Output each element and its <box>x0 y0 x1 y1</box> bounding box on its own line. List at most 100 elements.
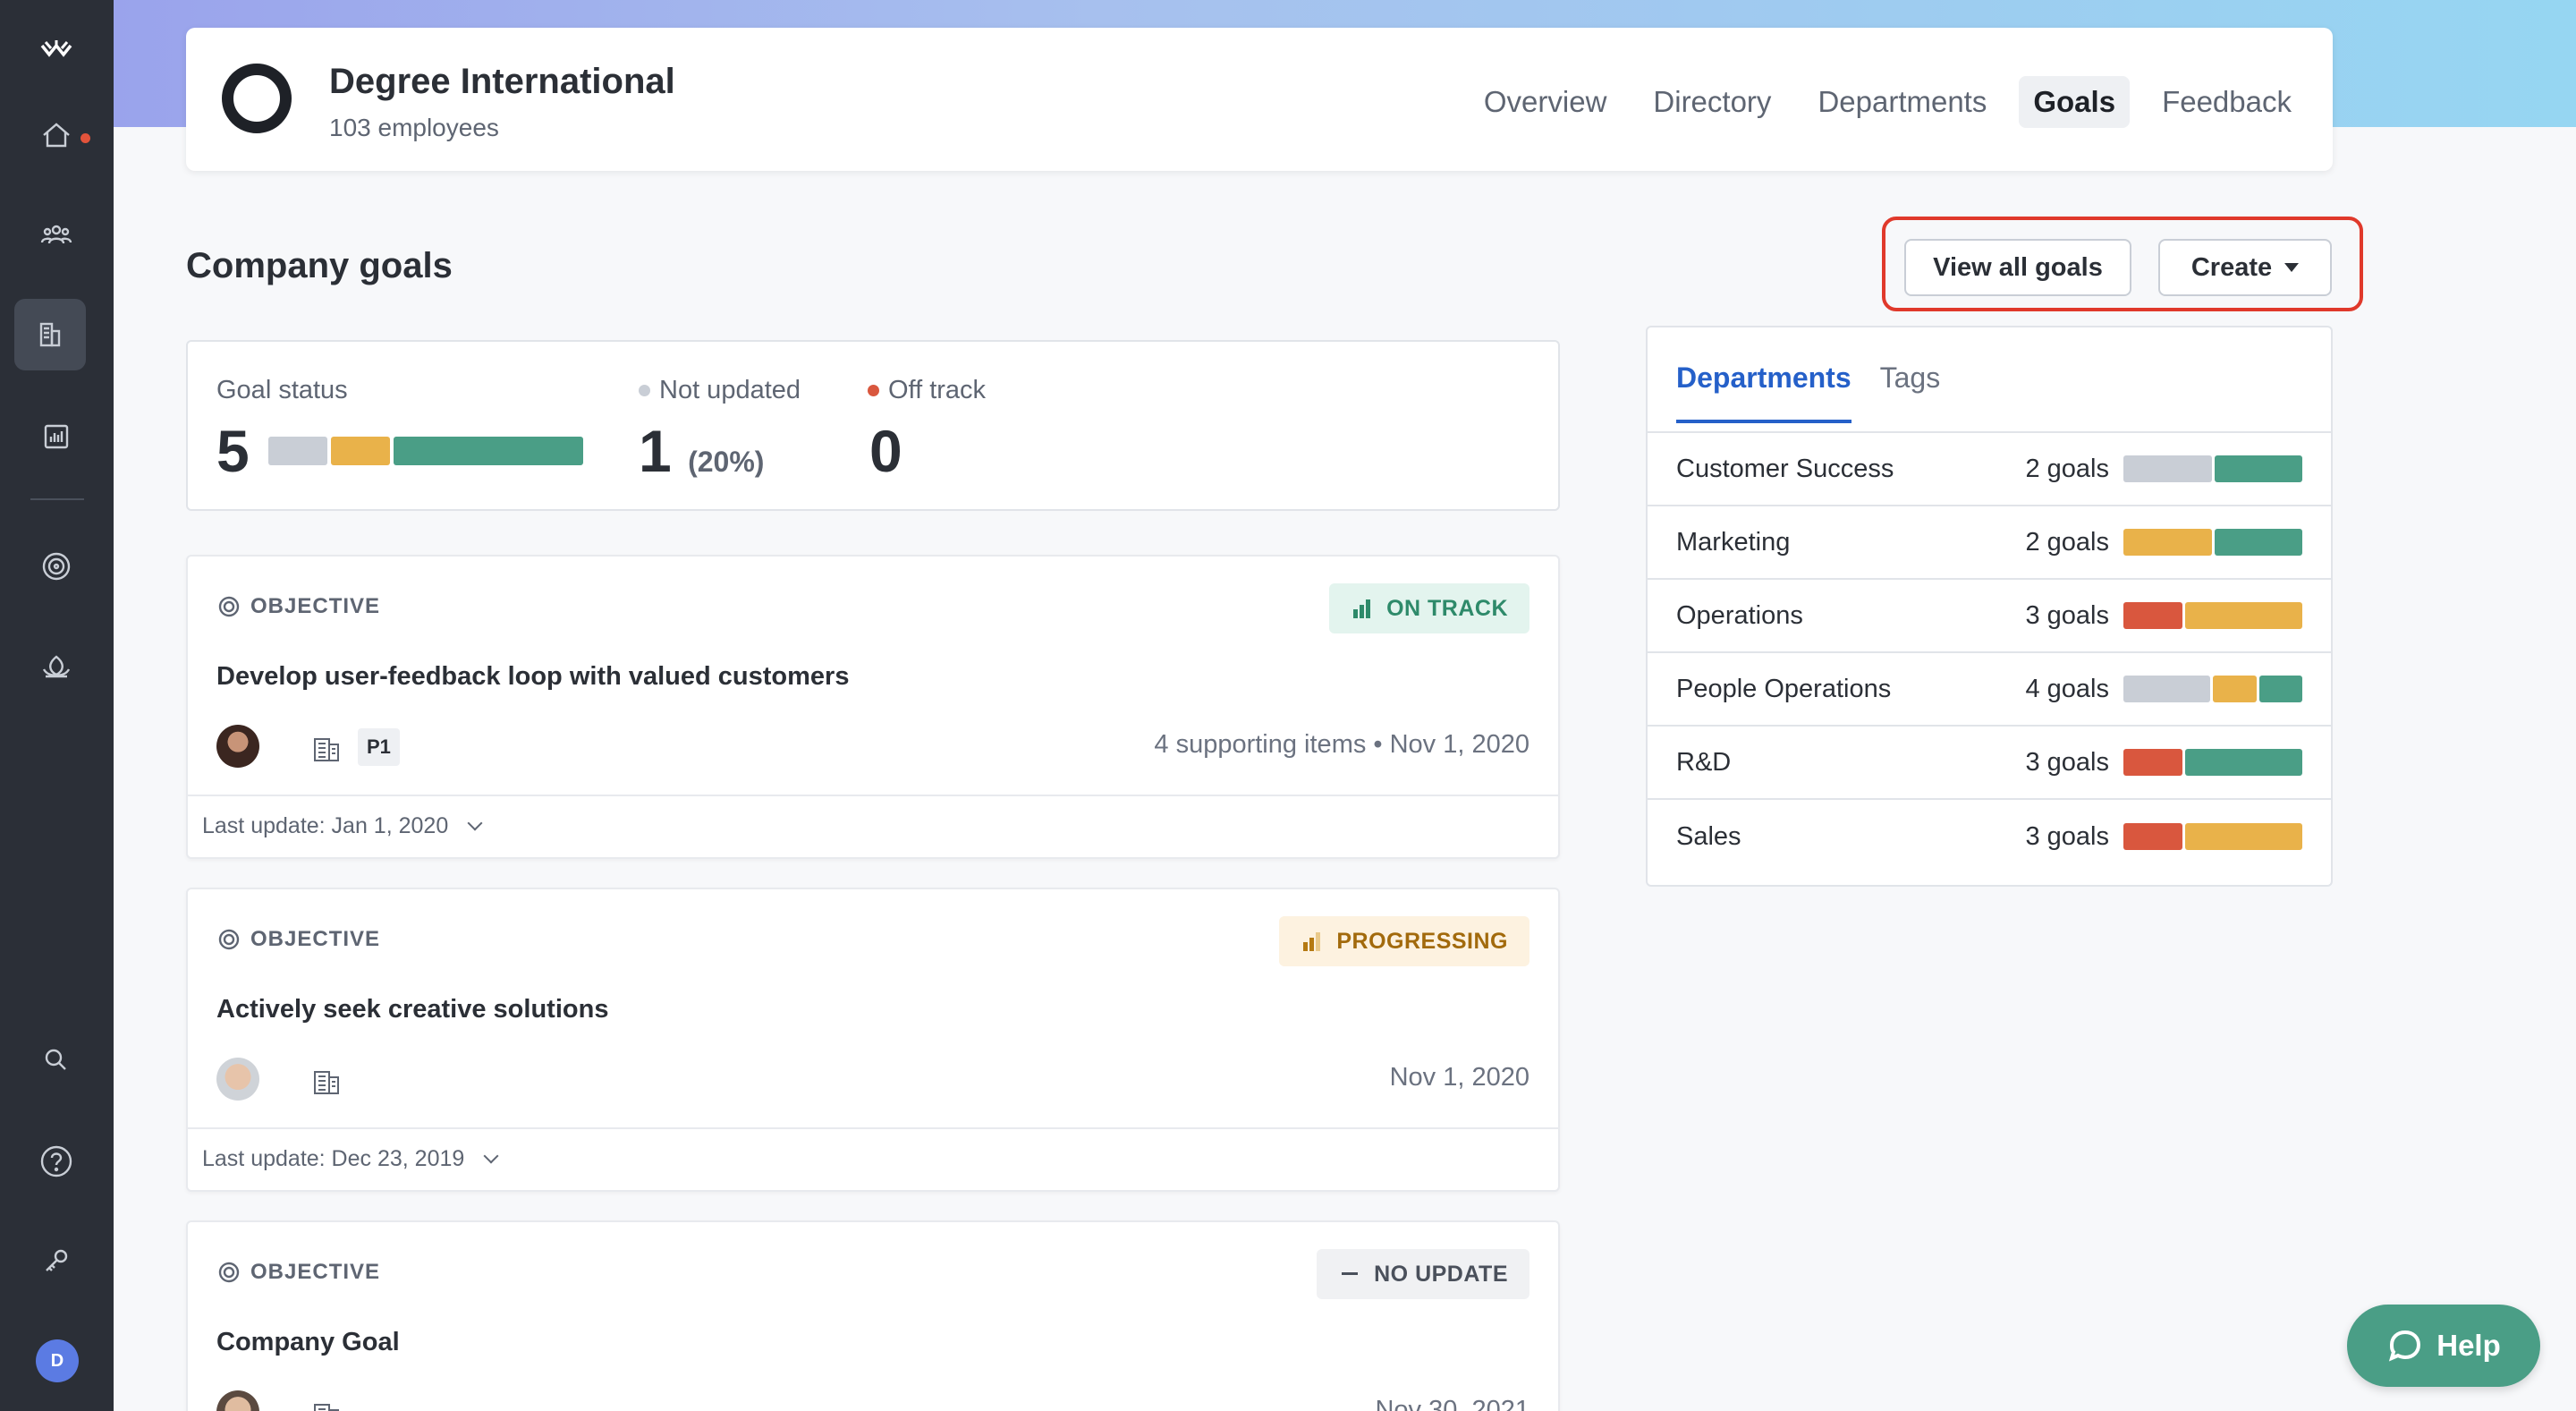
help-label: Help <box>2436 1329 2501 1362</box>
sidebar-divider <box>30 498 84 500</box>
objective-card[interactable]: OBJECTIVE ON TRACK Develop user-feedback… <box>186 555 1560 859</box>
off-track-label: Off track <box>868 376 986 405</box>
goals-target-icon[interactable] <box>27 537 86 596</box>
department-list: Customer Success 2 goals Marketing 2 goa… <box>1648 431 2331 873</box>
department-status-bar <box>2123 676 2302 702</box>
help-question-icon[interactable] <box>27 1132 86 1191</box>
owner-avatar[interactable] <box>216 1390 259 1411</box>
owner-avatar[interactable] <box>216 725 259 768</box>
off-track-value: 0 <box>869 418 902 484</box>
department-row[interactable]: Marketing 2 goals <box>1648 506 2331 580</box>
target-icon <box>218 596 240 617</box>
bar-progressing <box>2123 529 2212 556</box>
org-building-icon[interactable] <box>14 299 86 370</box>
objective-kicker-label: OBJECTIVE <box>250 1260 381 1284</box>
help-button[interactable]: Help <box>2347 1305 2540 1387</box>
panel-tabs: Departments Tags <box>1676 361 1940 423</box>
view-all-goals-button[interactable]: View all goals <box>1904 239 2131 296</box>
department-goal-count: 2 goals <box>2025 527 2109 557</box>
bar-not-updated <box>2123 676 2210 702</box>
department-goal-count: 4 goals <box>2025 674 2109 703</box>
department-row[interactable]: People Operations 4 goals <box>1648 653 2331 727</box>
people-icon[interactable] <box>27 205 86 264</box>
chevron-down-icon <box>467 815 483 831</box>
objective-title[interactable]: Company Goal <box>216 1328 400 1357</box>
company-header: Degree International 103 employees Overv… <box>186 28 2333 171</box>
status-badge: ON TRACK <box>1329 583 1530 633</box>
home-icon[interactable] <box>27 106 86 165</box>
tab-goals[interactable]: Goals <box>2019 76 2131 128</box>
bar-off-track <box>2123 749 2182 776</box>
status-badge-label: NO UPDATE <box>1374 1261 1508 1287</box>
employee-count[interactable]: 103 employees <box>329 114 499 142</box>
objective-card[interactable]: OBJECTIVE PROGRESSING Actively seek crea… <box>186 888 1560 1192</box>
tab-departments-panel[interactable]: Departments <box>1676 361 1852 423</box>
goal-status-card: Goal status 5 Not updated 1 (20%) Off tr… <box>186 340 1560 511</box>
app-logo-icon[interactable] <box>27 20 86 79</box>
department-row[interactable]: Operations 3 goals <box>1648 580 2331 653</box>
bar-progressing <box>2213 676 2257 702</box>
objective-kicker-label: OBJECTIVE <box>250 594 381 618</box>
page-title: Company goals <box>186 246 453 285</box>
key-icon[interactable] <box>27 1231 86 1290</box>
status-badge-label: PROGRESSING <box>1336 928 1508 954</box>
status-bar-not-updated <box>268 437 327 465</box>
objective-kicker: OBJECTIVE <box>216 594 380 619</box>
not-updated-text: Not updated <box>659 376 801 404</box>
departments-panel: Departments Tags Customer Success 2 goal… <box>1646 326 2333 887</box>
priority-tag: P1 <box>358 728 400 766</box>
tab-feedback[interactable]: Feedback <box>2148 76 2306 128</box>
department-status-bar <box>2123 455 2302 482</box>
last-update-toggle[interactable]: Last update: Dec 23, 2019 <box>188 1127 1558 1188</box>
view-all-goals-label: View all goals <box>1933 252 2103 282</box>
department-status-bar <box>2123 749 2302 776</box>
company-nav: Overview Directory Departments Goals Fee… <box>1470 76 2306 128</box>
objective-title[interactable]: Actively seek creative solutions <box>216 995 608 1024</box>
objective-card[interactable]: OBJECTIVE NO UPDATE Company Goal Nov 30,… <box>186 1220 1560 1411</box>
owner-avatar[interactable] <box>216 1058 259 1101</box>
not-updated-number: 1 <box>639 418 672 484</box>
tab-overview[interactable]: Overview <box>1470 76 1622 128</box>
company-name: Degree International <box>329 62 675 101</box>
bars-icon <box>1353 599 1371 618</box>
wellbeing-icon[interactable] <box>27 636 86 695</box>
bar-on-track <box>2214 455 2302 482</box>
notification-dot <box>80 133 90 143</box>
off-track-text: Off track <box>888 376 987 404</box>
objective-meta: Nov 1, 2020 <box>1389 1063 1530 1092</box>
status-bar-on-track <box>394 437 583 465</box>
bar-off-track <box>2123 823 2182 850</box>
target-icon <box>218 1262 240 1283</box>
department-name: Marketing <box>1676 527 1791 557</box>
bars-icon <box>1303 932 1321 951</box>
building-icon <box>309 1065 343 1103</box>
department-status-bar <box>2123 602 2302 629</box>
department-goal-count: 3 goals <box>2025 600 2109 630</box>
user-avatar[interactable]: D <box>36 1339 79 1382</box>
bar-on-track <box>2184 749 2302 776</box>
objective-meta: 4 supporting items • Nov 1, 2020 <box>1154 730 1530 759</box>
create-button[interactable]: Create <box>2158 239 2332 296</box>
objective-kicker: OBJECTIVE <box>216 927 380 952</box>
reports-icon[interactable] <box>27 407 86 466</box>
tab-directory[interactable]: Directory <box>1639 76 1785 128</box>
department-row[interactable]: Sales 3 goals <box>1648 800 2331 873</box>
bar-off-track <box>2123 602 2182 629</box>
chevron-down-icon <box>483 1148 499 1164</box>
objective-kicker: OBJECTIVE <box>216 1260 380 1285</box>
tab-departments[interactable]: Departments <box>1803 76 2001 128</box>
department-row[interactable]: R&D 3 goals <box>1648 727 2331 800</box>
chat-bubble-icon <box>2389 1330 2421 1362</box>
objective-title[interactable]: Develop user-feedback loop with valued c… <box>216 662 849 692</box>
bar-progressing <box>2184 602 2302 629</box>
objective-meta: Nov 30, 2021 <box>1375 1396 1530 1411</box>
department-status-bar <box>2123 529 2302 556</box>
department-name: People Operations <box>1676 674 1892 703</box>
tab-tags[interactable]: Tags <box>1880 361 1941 423</box>
objective-kicker-label: OBJECTIVE <box>250 927 381 951</box>
bar-not-updated <box>2123 455 2212 482</box>
last-update-toggle[interactable]: Last update: Jan 1, 2020 <box>188 795 1558 855</box>
status-badge: NO UPDATE <box>1317 1249 1530 1299</box>
department-row[interactable]: Customer Success 2 goals <box>1648 433 2331 506</box>
search-icon[interactable] <box>27 1031 86 1090</box>
